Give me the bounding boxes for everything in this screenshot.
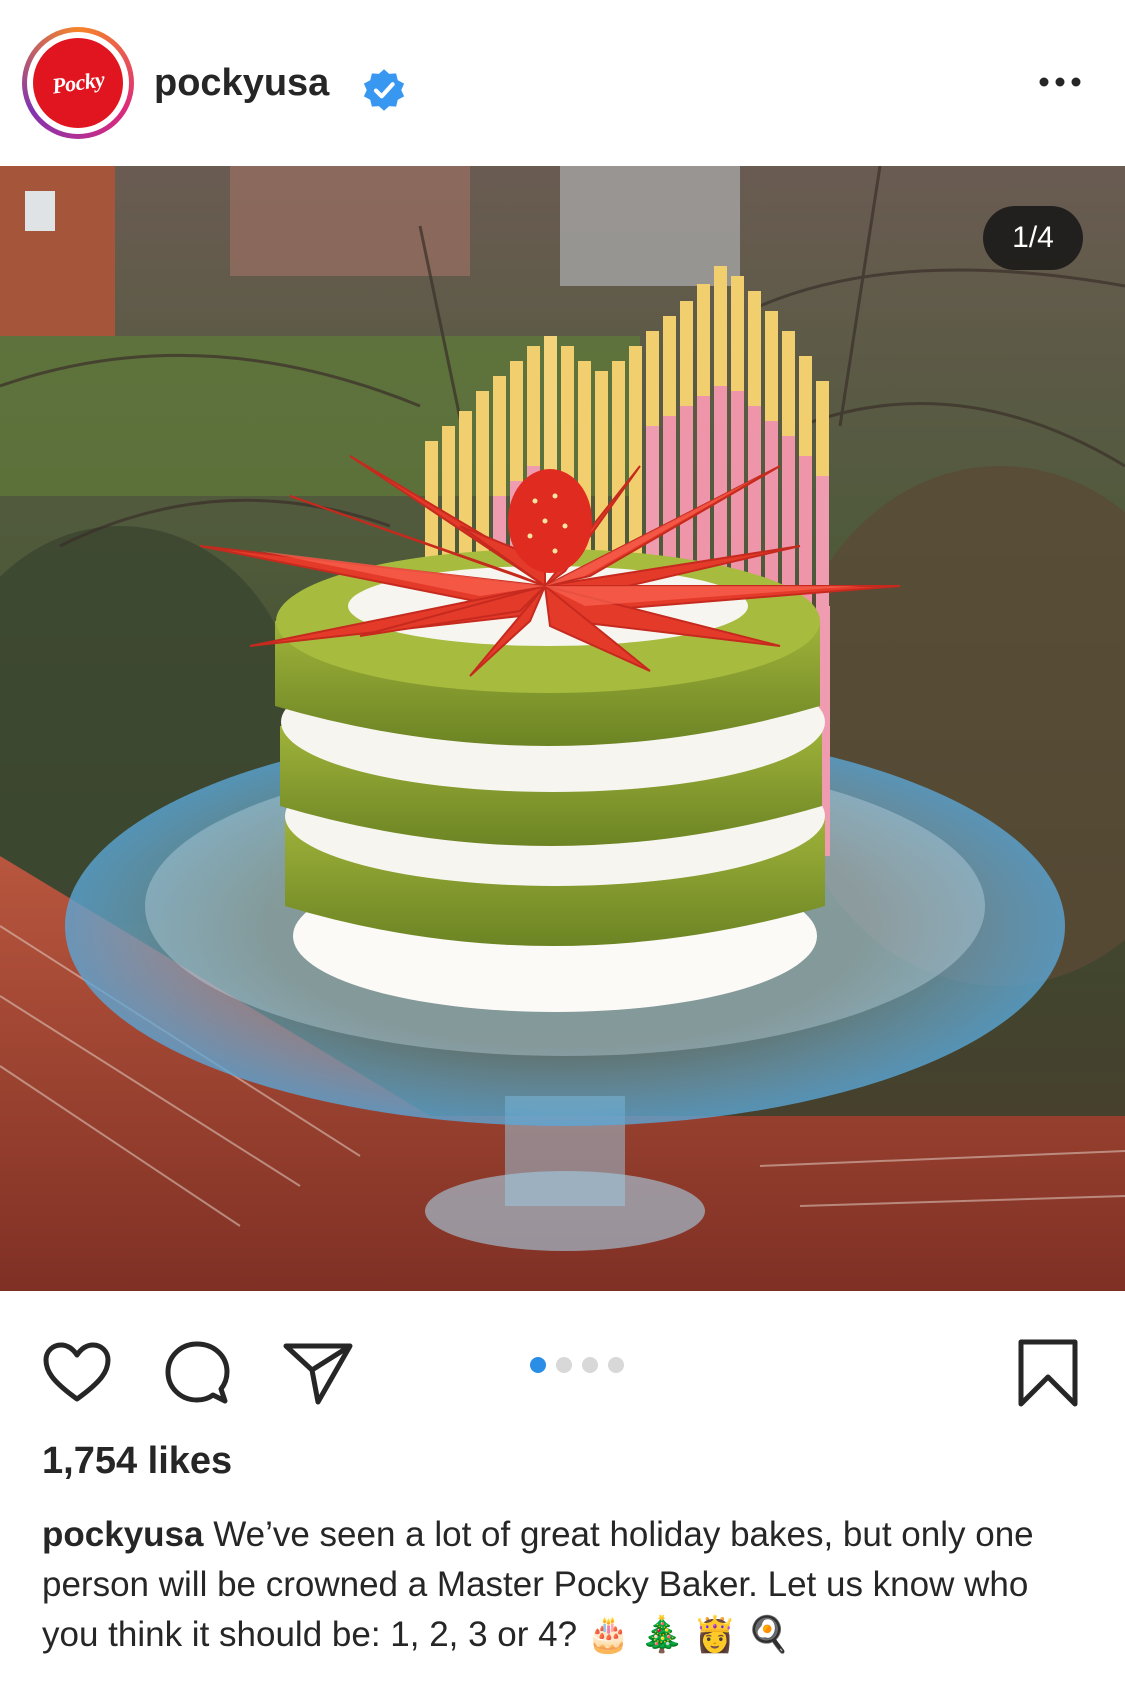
caption-username[interactable]: pockyusa	[42, 1515, 203, 1554]
avatar-logo-text: Pocky	[50, 66, 106, 99]
more-options-icon[interactable]	[1035, 70, 1085, 94]
likes-count[interactable]: 1,754 likes	[42, 1440, 232, 1483]
carousel-dot-4	[608, 1357, 624, 1373]
comment-icon[interactable]	[163, 1339, 231, 1407]
post-username[interactable]: pockyusa	[154, 62, 329, 105]
post-caption: pockyusa We’ve seen a lot of great holid…	[42, 1510, 1082, 1660]
post-header: Pocky pockyusa	[0, 0, 1125, 166]
carousel-indicator	[530, 1357, 624, 1373]
post-photo[interactable]	[0, 166, 1125, 1291]
avatar[interactable]: Pocky	[22, 27, 134, 139]
share-icon[interactable]	[282, 1341, 354, 1407]
action-bar	[0, 1291, 1125, 1441]
pocky-logo: Pocky	[33, 38, 123, 128]
verified-badge-icon	[363, 69, 405, 111]
heart-icon[interactable]	[42, 1341, 112, 1405]
cake-photo-illustration	[0, 166, 1125, 1291]
bookmark-icon[interactable]	[1016, 1337, 1080, 1409]
carousel-dot-3	[582, 1357, 598, 1373]
carousel-counter: 1/4	[983, 206, 1083, 270]
carousel-dot-2	[556, 1357, 572, 1373]
carousel-dot-1	[530, 1357, 546, 1373]
